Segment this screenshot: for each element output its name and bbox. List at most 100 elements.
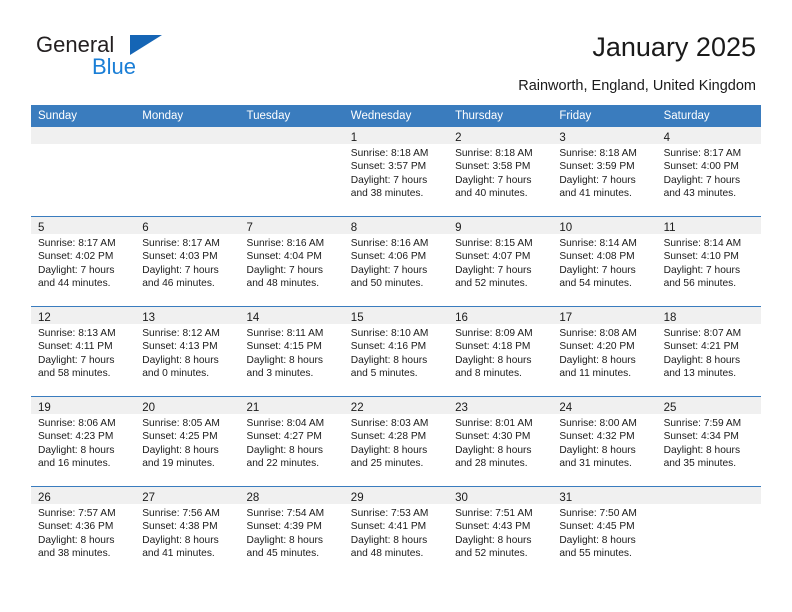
daylight-text-line2: and 46 minutes.: [142, 278, 215, 290]
page-title: January 2025: [592, 32, 756, 62]
calendar-day-cell[interactable]: 7 Sunrise: 8:16 AM Sunset: 4:04 PM Daylight…: [239, 217, 344, 306]
sunrise-text: Sunrise: 7:57 AM: [38, 508, 116, 519]
sunset-text: Sunset: 4:06 PM: [350, 251, 427, 263]
weekday-header-sunday: Sunday: [38, 110, 78, 122]
sunset-text: Sunset: 4:18 PM: [455, 341, 531, 353]
sunset-text: Sunset: 4:16 PM: [350, 341, 427, 353]
sunset-text: Sunset: 4:25 PM: [142, 431, 218, 443]
sunrise-text: Sunrise: 8:15 AM: [455, 238, 533, 249]
daylight-text-line1: Daylight: 7 hours: [38, 264, 115, 276]
day-cell-body: Sunrise: 7:53 AM Sunset: 4:41 PM Daylight:…: [344, 504, 448, 561]
day-number: 23: [455, 402, 468, 414]
calendar-day-cell[interactable]: 5 Sunrise: 8:17 AM Sunset: 4:02 PM Daylight…: [31, 217, 136, 306]
sunset-text: Sunset: 4:02 PM: [38, 251, 114, 263]
sunset-text: Sunset: 4:30 PM: [455, 431, 531, 443]
sunset-text: Sunset: 4:34 PM: [663, 431, 739, 443]
day-number: 5: [38, 222, 45, 234]
day-cell-body: Sunrise: 8:18 AM Sunset: 3:58 PM Daylight:…: [448, 144, 552, 201]
day-cell-body: Sunrise: 7:59 AM Sunset: 4:34 PM Daylight:…: [657, 414, 761, 471]
daylight-text-line1: Daylight: 7 hours: [246, 264, 323, 276]
daylight-text-line1: Daylight: 8 hours: [246, 354, 323, 366]
sunset-text: Sunset: 4:36 PM: [38, 521, 114, 533]
sunrise-text: Sunrise: 8:18 AM: [455, 148, 533, 159]
day-cell-body: Sunrise: 8:11 AM Sunset: 4:15 PM Daylight:…: [240, 324, 344, 381]
day-number-band: 22: [343, 397, 449, 414]
calendar-day-cell[interactable]: 3 Sunrise: 8:18 AM Sunset: 3:59 PM Daylight…: [552, 127, 657, 216]
sunrise-text: Sunrise: 8:10 AM: [350, 328, 429, 339]
day-number: 15: [350, 312, 364, 324]
daylight-text-line2: and 31 minutes.: [559, 458, 632, 470]
calendar-week-row: 12 Sunrise: 8:13 AM Sunset: 4:11 PM Dayligh…: [31, 306, 761, 396]
sunrise-text: Sunrise: 8:04 AM: [246, 418, 325, 429]
day-cell-body: Sunrise: 8:06 AM Sunset: 4:23 PM Daylight:…: [31, 414, 135, 471]
sunset-text: Sunset: 4:07 PM: [455, 251, 531, 263]
day-number: 20: [142, 402, 156, 414]
day-cell-body: Sunrise: 8:18 AM Sunset: 3:57 PM Daylight:…: [344, 144, 448, 201]
day-cell-body: Sunrise: 8:16 AM Sunset: 4:06 PM Daylight:…: [344, 234, 448, 291]
calendar-day-cell[interactable]: 8 Sunrise: 8:16 AM Sunset: 4:06 PM Daylight…: [343, 217, 449, 306]
daylight-text-line1: Daylight: 7 hours: [559, 264, 636, 276]
daylight-text-line2: and 11 minutes.: [559, 368, 632, 380]
calendar-day-cell[interactable]: 23 Sunrise: 8:01 AM Sunset: 4:30 PM Dayligh…: [448, 397, 553, 486]
daylight-text-line2: and 45 minutes.: [246, 548, 320, 560]
sunset-text: Sunset: 4:41 PM: [350, 521, 427, 533]
daylight-text-line1: Daylight: 7 hours: [663, 174, 741, 186]
calendar-day-cell[interactable]: 11 Sunrise: 8:14 AM Sunset: 4:10 PM Dayligh…: [656, 217, 761, 306]
general-blue-logo[interactable]: General Blue: [36, 32, 236, 82]
calendar-day-cell[interactable]: 16 Sunrise: 8:09 AM Sunset: 4:18 PM Dayligh…: [448, 307, 553, 396]
day-number: 19: [38, 402, 51, 414]
calendar-day-cell[interactable]: 17 Sunrise: 8:08 AM Sunset: 4:20 PM Dayligh…: [552, 307, 657, 396]
calendar-day-cell[interactable]: 15 Sunrise: 8:10 AM Sunset: 4:16 PM Dayligh…: [343, 307, 449, 396]
calendar-day-cell[interactable]: 4 Sunrise: 8:17 AM Sunset: 4:00 PM Daylight…: [656, 127, 761, 216]
day-number-band: 4: [656, 127, 761, 144]
calendar-day-cell[interactable]: 13 Sunrise: 8:12 AM Sunset: 4:13 PM Dayligh…: [135, 307, 240, 396]
calendar-day-cell[interactable]: 24 Sunrise: 8:00 AM Sunset: 4:32 PM Dayligh…: [552, 397, 657, 486]
daylight-text-line2: and 13 minutes.: [663, 368, 737, 380]
calendar-day-cell[interactable]: 18 Sunrise: 8:07 AM Sunset: 4:21 PM Dayligh…: [656, 307, 761, 396]
daylight-text-line1: Daylight: 8 hours: [246, 444, 323, 456]
daylight-text-line1: Daylight: 8 hours: [663, 354, 741, 366]
calendar-day-cell[interactable]: 30 Sunrise: 7:51 AM Sunset: 4:43 PM Dayligh…: [448, 487, 553, 576]
calendar-week-row: 1 Sunrise: 8:18 AM Sunset: 3:57 PM Daylight…: [31, 126, 761, 216]
calendar-day-cell[interactable]: 21 Sunrise: 8:04 AM Sunset: 4:27 PM Dayligh…: [239, 397, 344, 486]
day-cell-body: Sunrise: 8:03 AM Sunset: 4:28 PM Daylight:…: [344, 414, 448, 471]
day-number-band: 8: [343, 217, 449, 234]
calendar-day-cell[interactable]: 6 Sunrise: 8:17 AM Sunset: 4:03 PM Daylight…: [135, 217, 240, 306]
day-number: 16: [455, 312, 468, 324]
calendar-day-cell[interactable]: 26 Sunrise: 7:57 AM Sunset: 4:36 PM Dayligh…: [31, 487, 136, 576]
calendar-day-cell[interactable]: 19 Sunrise: 8:06 AM Sunset: 4:23 PM Dayligh…: [31, 397, 136, 486]
sunrise-text: Sunrise: 8:17 AM: [663, 148, 742, 159]
calendar-day-cell[interactable]: 9 Sunrise: 8:15 AM Sunset: 4:07 PM Daylight…: [448, 217, 553, 306]
calendar-day-cell[interactable]: 10 Sunrise: 8:14 AM Sunset: 4:08 PM Dayligh…: [552, 217, 657, 306]
calendar-day-cell[interactable]: 12 Sunrise: 8:13 AM Sunset: 4:11 PM Dayligh…: [31, 307, 136, 396]
sunrise-text: Sunrise: 8:05 AM: [142, 418, 220, 429]
day-number-band: 15: [343, 307, 449, 324]
calendar-day-cell[interactable]: 27 Sunrise: 7:56 AM Sunset: 4:38 PM Dayligh…: [135, 487, 240, 576]
day-number: 26: [38, 492, 51, 504]
sunrise-text: Sunrise: 8:08 AM: [559, 328, 637, 339]
day-number: 7: [246, 222, 253, 234]
day-number: 27: [142, 492, 156, 504]
day-cell-body: Sunrise: 8:14 AM Sunset: 4:08 PM Daylight:…: [552, 234, 656, 291]
calendar-day-cell[interactable]: 20 Sunrise: 8:05 AM Sunset: 4:25 PM Dayligh…: [135, 397, 240, 486]
daylight-text-line2: and 16 minutes.: [38, 458, 111, 470]
day-number: 1: [350, 132, 358, 144]
daylight-text-line2: and 8 minutes.: [455, 368, 522, 380]
daylight-text-line1: Daylight: 7 hours: [455, 264, 532, 276]
sunrise-text: Sunrise: 7:59 AM: [663, 418, 742, 429]
calendar-day-cell[interactable]: 1 Sunrise: 8:18 AM Sunset: 3:57 PM Daylight…: [343, 127, 449, 216]
calendar-day-cell[interactable]: 29 Sunrise: 7:53 AM Sunset: 4:41 PM Dayligh…: [343, 487, 449, 576]
day-number-band: 2: [448, 127, 553, 144]
calendar-day-cell[interactable]: 31 Sunrise: 7:50 AM Sunset: 4:45 PM Dayligh…: [552, 487, 657, 576]
calendar-day-cell[interactable]: 14 Sunrise: 8:11 AM Sunset: 4:15 PM Dayligh…: [239, 307, 344, 396]
calendar-day-cell[interactable]: 2 Sunrise: 8:18 AM Sunset: 3:58 PM Daylight…: [448, 127, 553, 216]
day-number-band: 31: [552, 487, 657, 504]
day-number-band: [135, 127, 240, 144]
day-cell-body: [31, 144, 135, 147]
calendar-weeks: 1 Sunrise: 8:18 AM Sunset: 3:57 PM Daylight…: [31, 126, 761, 576]
calendar-day-cell[interactable]: 28 Sunrise: 7:54 AM Sunset: 4:39 PM Dayligh…: [239, 487, 344, 576]
calendar-day-cell[interactable]: 22 Sunrise: 8:03 AM Sunset: 4:28 PM Dayligh…: [343, 397, 449, 486]
sunset-text: Sunset: 4:45 PM: [559, 521, 635, 533]
day-number: 24: [559, 402, 573, 414]
calendar-day-cell[interactable]: 25 Sunrise: 7:59 AM Sunset: 4:34 PM Dayligh…: [656, 397, 761, 486]
